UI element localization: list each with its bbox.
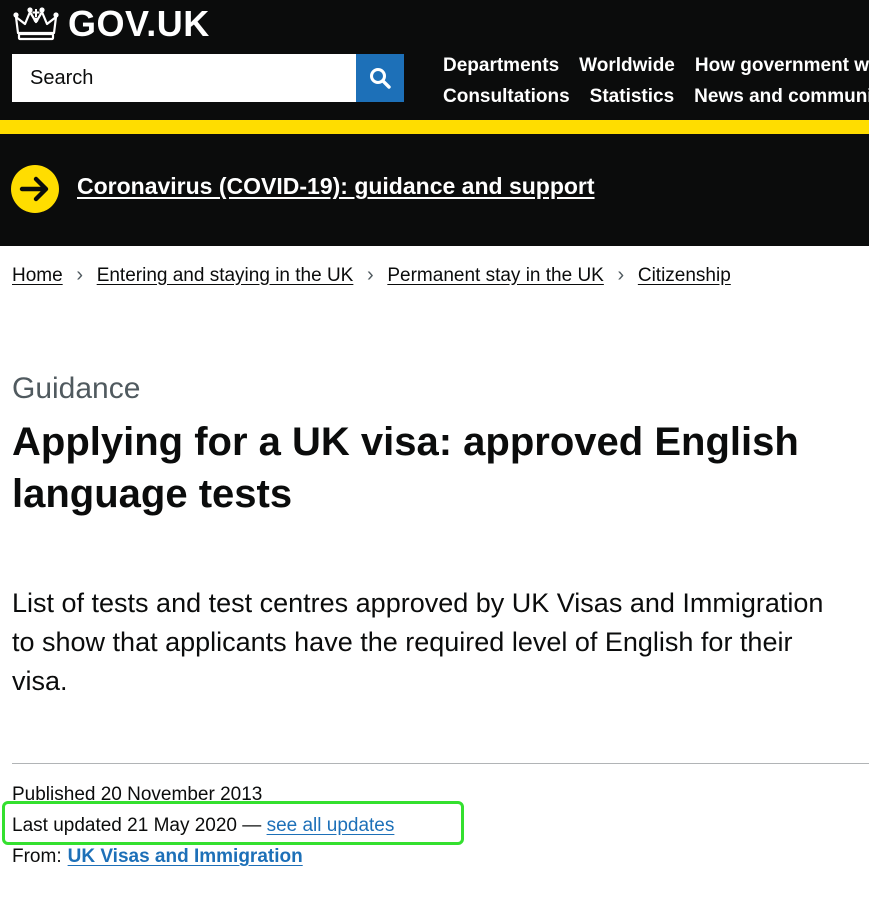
chevron-right-icon: › [367,264,374,286]
chevron-right-icon: › [617,264,625,286]
breadcrumb-citizenship[interactable]: Citizenship [638,265,731,287]
site-header: GOV.UK Departments Worldwide How governm… [0,0,869,120]
search-input[interactable] [12,54,356,102]
covid-guidance-link[interactable]: Coronavirus (COVID-19): guidance and sup… [77,173,595,200]
nav-link-how-government-works[interactable]: How government works [695,55,869,77]
from-organisation: From: UK Visas and Immigration [12,846,303,868]
lead-paragraph: List of tests and test centres approved … [12,588,824,696]
top-navigation: Departments Worldwide How government wor… [443,50,869,112]
covid-banner: Coronavirus (COVID-19): guidance and sup… [0,134,869,246]
chevron-right-icon: › [76,264,84,286]
arrow-right-icon [11,165,59,213]
section-divider [12,763,869,764]
banner-top-gap [0,134,869,142]
breadcrumb-home[interactable]: Home [12,265,63,287]
search-icon [370,68,391,89]
from-label: From: [12,846,62,867]
breadcrumb-entering-and-staying[interactable]: Entering and staying in the UK [97,265,354,287]
crown-icon [13,7,59,41]
highlight-box [2,801,464,845]
nav-link-news-and-communications[interactable]: News and communications [694,86,869,108]
header-accent-bar [0,120,869,134]
content-type-caption: Guidance [12,372,141,405]
breadcrumb: Home › Entering and staying in the UK › … [12,264,731,287]
govuk-logo-link[interactable]: GOV.UK [12,3,210,44]
logo-text: GOV.UK [68,3,210,44]
nav-link-worldwide[interactable]: Worldwide [579,55,675,77]
nav-row-1: Departments Worldwide How government wor… [443,50,869,81]
search-form [12,54,404,102]
search-button[interactable] [356,54,404,102]
nav-link-consultations[interactable]: Consultations [443,86,570,108]
organisation-link[interactable]: UK Visas and Immigration [68,846,303,867]
nav-row-2: Consultations Statistics News and commun… [443,81,869,112]
page-title: Applying for a UK visa: approved English… [12,420,799,516]
breadcrumb-permanent-stay[interactable]: Permanent stay in the UK [387,265,604,287]
nav-link-statistics[interactable]: Statistics [590,86,674,108]
nav-link-departments[interactable]: Departments [443,55,559,77]
